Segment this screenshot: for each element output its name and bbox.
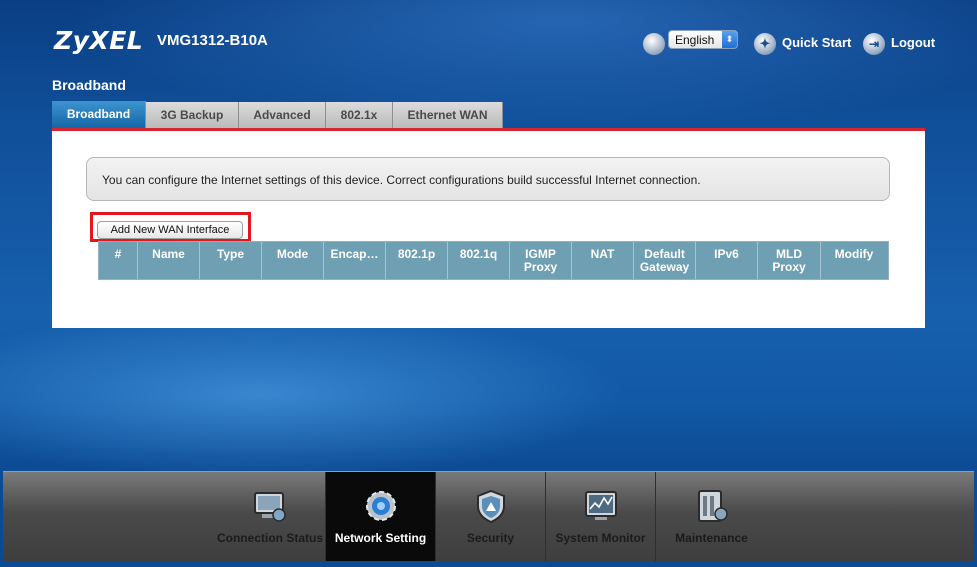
- quick-start-wand-icon[interactable]: ✦: [754, 33, 776, 55]
- nav-label: System Monitor: [555, 531, 646, 545]
- col-nat: NAT: [572, 242, 634, 279]
- chevron-updown-icon[interactable]: ⬍: [722, 31, 737, 48]
- col-type: Type: [200, 242, 262, 279]
- col-encapsulation: Encap…: [324, 242, 386, 279]
- add-new-wan-interface-button[interactable]: Add New WAN Interface: [97, 221, 243, 239]
- tab-advanced[interactable]: Advanced: [239, 102, 326, 129]
- col-name: Name: [138, 242, 200, 279]
- language-select[interactable]: English ⬍: [668, 30, 738, 49]
- tab-3g-backup[interactable]: 3G Backup: [146, 102, 239, 129]
- network-setting-icon: [365, 491, 396, 521]
- tab-broadband[interactable]: Broadband: [52, 101, 146, 129]
- col-number: #: [99, 242, 138, 279]
- tab-bar: Broadband 3G Backup Advanced 802.1x Ethe…: [52, 101, 503, 129]
- nav-label: Connection Status: [216, 531, 323, 545]
- page-title: Broadband: [52, 77, 126, 93]
- col-mode: Mode: [262, 242, 324, 279]
- device-model: VMG1312-B10A: [157, 32, 268, 49]
- tab-ethernet-wan[interactable]: Ethernet WAN: [393, 102, 503, 129]
- col-802-1p: 802.1p: [386, 242, 448, 279]
- info-message: You can configure the Internet settings …: [86, 157, 890, 201]
- nav-label: Maintenance: [675, 531, 748, 545]
- col-modify: Modify: [834, 247, 874, 261]
- nav-system-monitor[interactable]: System Monitor: [545, 472, 655, 562]
- system-monitor-icon: [584, 491, 617, 520]
- nav-maintenance[interactable]: Maintenance: [655, 472, 767, 562]
- maintenance-icon: [697, 490, 728, 522]
- tab-802-1x[interactable]: 802.1x: [326, 102, 393, 129]
- connection-status-icon: [254, 492, 286, 522]
- wan-interface-table: # Name Type Mode Encap… 802.1p 802.1q IG…: [98, 241, 889, 280]
- nav-label: Security: [466, 531, 515, 545]
- col-802-1q: 802.1q: [448, 242, 510, 279]
- zyxel-logo: ZyXEL: [54, 26, 144, 55]
- col-mld-proxy: MLD Proxy: [758, 242, 821, 279]
- security-shield-icon: [476, 489, 505, 524]
- quick-start-link[interactable]: Quick Start: [782, 35, 851, 50]
- language-select-value: English: [675, 33, 715, 47]
- col-igmp-proxy: IGMP Proxy: [510, 242, 572, 279]
- language-globe-icon: [643, 33, 665, 55]
- col-ipv6: IPv6: [696, 242, 758, 279]
- col-default-gateway: Default Gateway: [634, 242, 696, 279]
- bottom-strip: [0, 561, 977, 567]
- bottom-navigation: Connection Status Network Setting Securi…: [3, 471, 974, 562]
- nav-label: Network Setting: [334, 531, 427, 545]
- content-panel: You can configure the Internet settings …: [52, 131, 925, 328]
- logout-icon[interactable]: ⇥: [863, 33, 885, 55]
- nav-network-setting[interactable]: Network Setting: [325, 472, 435, 562]
- nav-security[interactable]: Security: [435, 472, 545, 562]
- nav-connection-status[interactable]: Connection Status: [215, 472, 325, 562]
- logout-link[interactable]: Logout: [891, 35, 935, 50]
